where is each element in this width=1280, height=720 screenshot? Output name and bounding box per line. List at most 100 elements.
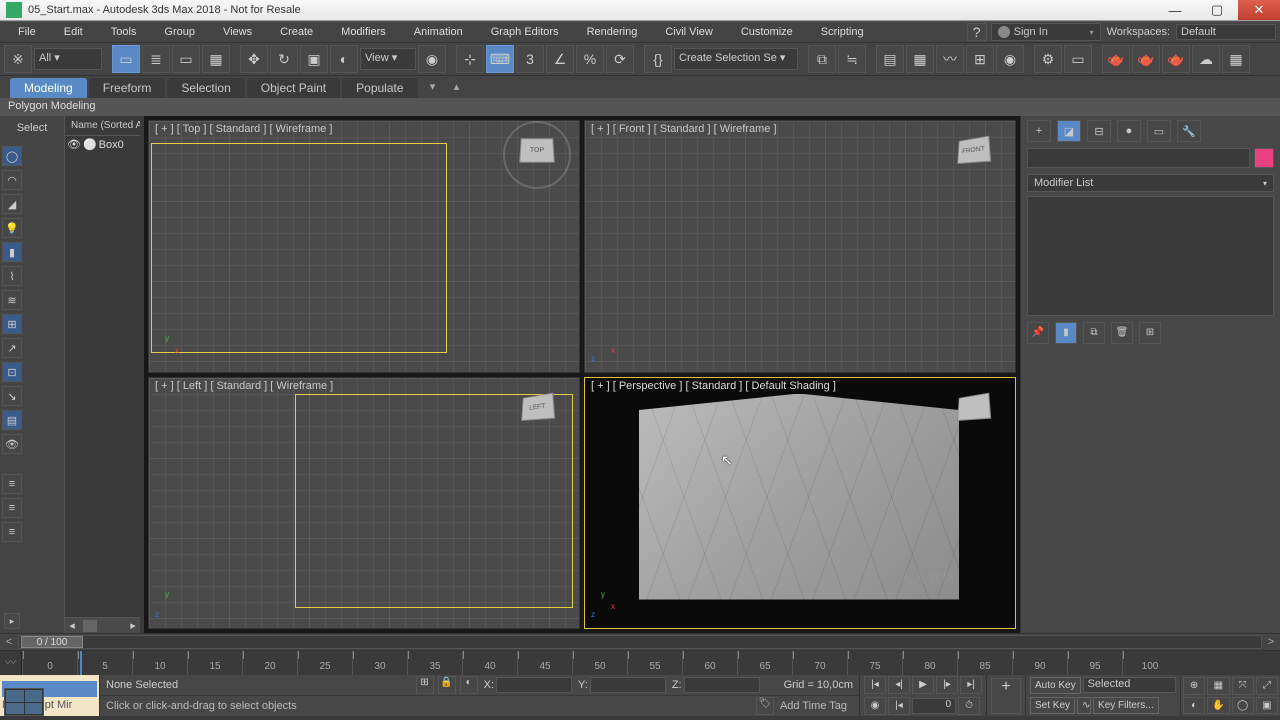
next-frame-button[interactable]: |▸ [936,676,958,694]
display-geometry-icon[interactable]: ◯ [2,146,22,166]
edit-selection-set-button[interactable]: {} [644,45,672,73]
menu-civil-view[interactable]: Civil View [651,26,726,38]
layer-explorer-button[interactable]: ▤ [876,45,904,73]
modifier-list-dropdown[interactable]: Modifier List ▾ [1027,174,1274,192]
display-shapes-icon[interactable]: ◠ [2,170,22,190]
display-bone-icon[interactable]: ≋ [2,290,22,310]
mirror-button[interactable]: ⧉ [808,45,836,73]
view-by-layer-icon[interactable]: 👁 [2,434,22,454]
time-slider-track[interactable]: 0 / 100 [18,635,1262,649]
display-helpers-icon[interactable]: ▮ [2,242,22,262]
time-slider[interactable]: < 0 / 100 > [0,633,1280,650]
current-frame-field[interactable]: 0 [912,698,956,714]
zoom-all-button[interactable]: ▦ [1207,677,1229,695]
menu-tools[interactable]: Tools [97,26,151,38]
spinner-snap-button[interactable]: ⟳ [606,45,634,73]
menu-rendering[interactable]: Rendering [573,26,652,38]
ribbon-tab-modeling[interactable]: Modeling [10,78,87,98]
use-center-button[interactable]: ◉ [418,45,446,73]
viewport-left-label[interactable]: [ + ] [ Left ] [ Standard ] [ Wireframe … [155,380,333,392]
window-minimize-button[interactable]: — [1154,0,1196,20]
ribbon-tab-selection[interactable]: Selection [167,78,244,98]
render-production-button[interactable]: 🫖 [1102,45,1130,73]
zoom-extents-all-button[interactable]: ⤢ [1256,677,1278,695]
adaptive-degradation-icon[interactable]: ◐ [460,676,478,694]
rect-select-region-button[interactable]: ▭ [172,45,200,73]
menu-create[interactable]: Create [266,26,327,38]
display-spacewarps-icon[interactable]: ⌇ [2,266,22,286]
set-key-big-button[interactable]: + [991,678,1021,714]
display-frozen-icon[interactable]: ↗ [2,338,22,358]
ribbon-tab-object-paint[interactable]: Object Paint [247,78,340,98]
keyboard-shortcut-override-button[interactable]: ⌨ [486,45,514,73]
configure-modifier-sets-button[interactable]: ⊞ [1139,322,1161,344]
field-of-view-button[interactable]: ◐ [1183,697,1205,715]
window-close-button[interactable]: ✕ [1238,0,1280,20]
rotate-button[interactable]: ↻ [270,45,298,73]
time-slider-handle[interactable]: 0 / 100 [21,636,83,648]
ribbon-tab-freeform[interactable]: Freeform [89,78,166,98]
menu-customize[interactable]: Customize [727,26,807,38]
scene-item-box[interactable]: 👁 ⚪ Box0 [67,138,138,151]
time-slider-left[interactable]: < [0,636,18,648]
display-cameras-icon[interactable]: 💡 [2,218,22,238]
menu-graph-editors[interactable]: Graph Editors [477,26,573,38]
menu-scripting[interactable]: Scripting [807,26,878,38]
menu-file[interactable]: File [4,26,50,38]
z-input[interactable] [684,677,760,693]
maximize-viewport-button[interactable]: ▣ [1256,697,1278,715]
open-autodesk-a360-button[interactable]: ▦ [1222,45,1250,73]
move-button[interactable]: ✥ [240,45,268,73]
schematic-view-button[interactable]: ⊞ [966,45,994,73]
maxscript-icon[interactable]: ※ [4,45,32,73]
ribbon-tab-populate[interactable]: Populate [342,78,417,98]
angle-snap-button[interactable]: ∠ [546,45,574,73]
display-xrefs-icon[interactable]: ▤ [2,410,22,430]
menu-modifiers[interactable]: Modifiers [327,26,400,38]
ribbon-collapse-icon[interactable]: ▾ [424,80,442,98]
viewport-top[interactable]: [ + ] [ Top ] [ Standard ] [ Wireframe ]… [148,120,580,373]
render-iterative-button[interactable]: 🫖 [1132,45,1160,73]
signin-dropdown[interactable]: Sign In ▾ [991,23,1101,41]
viewport-layout-button[interactable] [4,688,44,716]
prev-frame-button[interactable]: ◂| [888,676,910,694]
utilities-tab[interactable]: 🔧 [1177,120,1201,142]
time-slider-right[interactable]: > [1262,636,1280,648]
orbit-button[interactable]: ◯ [1232,697,1254,715]
trackbar-curve-icon[interactable]: 〰 [0,652,22,674]
toggle-ribbon-button[interactable]: ▦ [906,45,934,73]
goto-end-button[interactable]: ▸| [960,676,982,694]
ref-coord-system-dropdown[interactable]: View ▾ [360,48,416,70]
time-config-button[interactable]: ⏱ [958,697,980,715]
viewcube-top[interactable]: TOP [513,131,561,179]
render-in-cloud-button[interactable]: ☁ [1192,45,1220,73]
viewport-persp-label[interactable]: [ + ] [ Perspective ] [ Standard ] [ Def… [591,380,836,392]
setkey-button[interactable]: Set Key [1030,697,1075,714]
play-button[interactable]: ▶ [912,676,934,694]
remove-modifier-button[interactable]: 🗑 [1111,322,1133,344]
expand-explorer-button[interactable]: ▸ [4,613,20,629]
menu-animation[interactable]: Animation [400,26,477,38]
hierarchy-tab[interactable]: ⊟ [1087,120,1111,142]
render-setup-button[interactable]: ⚙ [1034,45,1062,73]
pin-stack-button[interactable]: 📌 [1027,322,1049,344]
viewport-front[interactable]: [ + ] [ Front ] [ Standard ] [ Wireframe… [584,120,1016,373]
viewport-front-label[interactable]: [ + ] [ Front ] [ Standard ] [ Wireframe… [591,123,777,135]
modifier-stack[interactable] [1027,196,1274,316]
trackbar-ruler[interactable]: 0510152025303540455055606570758085909510… [22,651,1280,675]
workspace-selector[interactable]: Default [1176,24,1276,40]
window-crossing-button[interactable]: ▦ [202,45,230,73]
setkey-key-icon[interactable]: ∿ [1077,697,1091,714]
percent-snap-button[interactable]: % [576,45,604,73]
scene-explorer-scrollbar[interactable]: ◂▸ [65,617,140,633]
rendered-frame-window-button[interactable]: ▭ [1064,45,1092,73]
select-object-button[interactable]: ▭ [112,45,140,73]
select-by-name-button[interactable]: ≣ [142,45,170,73]
display-tab[interactable]: ▭ [1147,120,1171,142]
placement-button[interactable]: ◐ [330,45,358,73]
viewcube-left[interactable]: LEFT [513,388,561,436]
track-bar[interactable]: 〰 05101520253035404550556065707580859095… [0,650,1280,674]
display-groups-icon[interactable]: ↘ [2,386,22,406]
object-name-field[interactable] [1027,148,1250,168]
viewport-left[interactable]: [ + ] [ Left ] [ Standard ] [ Wireframe … [148,377,580,630]
